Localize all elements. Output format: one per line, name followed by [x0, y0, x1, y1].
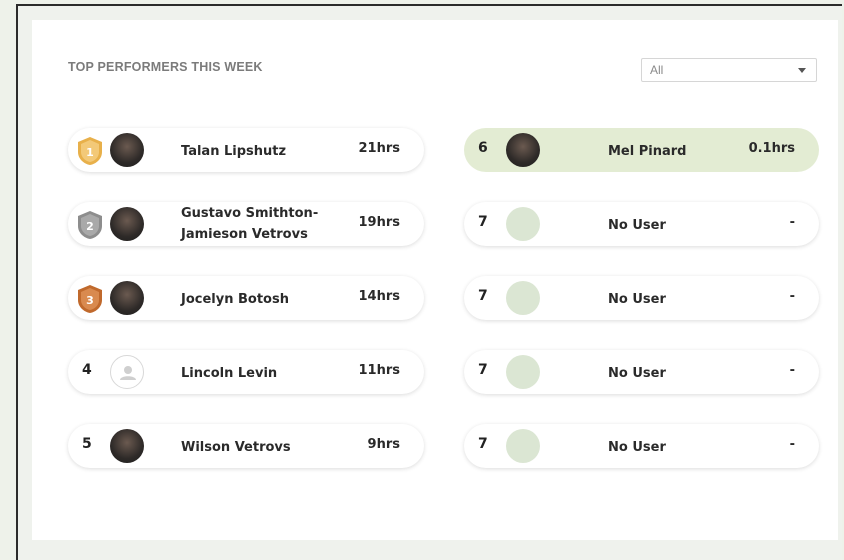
leaderboard-row-8[interactable]: 7 No User -: [464, 276, 819, 320]
user-name: Wilson Vetrovs: [181, 440, 291, 455]
user-name: Talan Lipshutz: [181, 144, 287, 159]
bronze-medal-icon: 3: [78, 285, 102, 313]
rank-number: 7: [478, 436, 488, 452]
user-hours: -: [789, 289, 795, 304]
user-hours: -: [789, 363, 795, 378]
leaderboard-row-10[interactable]: 7 No User -: [464, 424, 819, 468]
rank-number: 7: [478, 362, 488, 378]
user-name: Gustavo Smithton- Jamieson Vetrovs: [181, 203, 318, 245]
leaderboard-row-9[interactable]: 7 No User -: [464, 350, 819, 394]
rank-number: 4: [82, 362, 92, 378]
filter-selected-value: All: [650, 63, 664, 77]
user-name-line2: Jamieson Vetrovs: [181, 227, 308, 242]
silver-medal-icon: 2: [78, 211, 102, 239]
user-hours: 11hrs: [358, 363, 401, 378]
leaderboard-row-1[interactable]: 1 Talan Lipshutz 21hrs: [68, 128, 424, 172]
leaderboard-row-2[interactable]: 2 Gustavo Smithton- Jamieson Vetrovs 19h…: [68, 202, 424, 246]
user-hours: 19hrs: [358, 215, 401, 230]
user-hours: 21hrs: [358, 141, 401, 156]
badge-rank-text: 2: [86, 220, 94, 233]
badge-rank-text: 1: [86, 146, 94, 159]
user-hours: 0.1hrs: [748, 141, 795, 156]
avatar-empty: [506, 429, 540, 463]
avatar: [110, 133, 144, 167]
user-icon: [120, 366, 136, 380]
user-name: Jocelyn Botosh: [181, 292, 289, 307]
avatar-empty: [506, 207, 540, 241]
avatar-empty: [506, 281, 540, 315]
rank-number: 6: [478, 140, 488, 156]
avatar: [110, 281, 144, 315]
avatar: [110, 207, 144, 241]
user-hours: -: [789, 215, 795, 230]
leaderboard-row-5[interactable]: 5 Wilson Vetrovs 9hrs: [68, 424, 424, 468]
user-name: Lincoln Levin: [181, 366, 278, 381]
section-title: TOP PERFORMERS THIS WEEK: [68, 60, 263, 74]
user-name: Mel Pinard: [608, 144, 687, 159]
user-name: No User: [608, 218, 666, 233]
leaderboard-card: TOP PERFORMERS THIS WEEK All 1 Talan Lip…: [32, 20, 838, 540]
leaderboard-row-6[interactable]: 6 Mel Pinard 0.1hrs: [464, 128, 819, 172]
avatar: [110, 429, 144, 463]
user-name-line1: Gustavo Smithton-: [181, 206, 319, 221]
leaderboard-row-4[interactable]: 4 Lincoln Levin 11hrs: [68, 350, 424, 394]
gold-medal-icon: 1: [78, 137, 102, 165]
chevron-down-icon: [798, 68, 806, 73]
user-name: No User: [608, 440, 666, 455]
avatar-empty: [506, 355, 540, 389]
avatar-placeholder: [110, 355, 144, 389]
filter-dropdown[interactable]: All: [641, 58, 817, 82]
rank-number: 7: [478, 288, 488, 304]
leaderboard-row-7[interactable]: 7 No User -: [464, 202, 819, 246]
avatar: [506, 133, 540, 167]
leaderboard-row-3[interactable]: 3 Jocelyn Botosh 14hrs: [68, 276, 424, 320]
rank-number: 5: [82, 436, 92, 452]
user-name: No User: [608, 366, 666, 381]
user-hours: 14hrs: [358, 289, 401, 304]
user-hours: -: [789, 437, 795, 452]
user-hours: 9hrs: [367, 437, 400, 452]
rank-number: 7: [478, 214, 488, 230]
user-name: No User: [608, 292, 666, 307]
badge-rank-text: 3: [86, 294, 94, 307]
